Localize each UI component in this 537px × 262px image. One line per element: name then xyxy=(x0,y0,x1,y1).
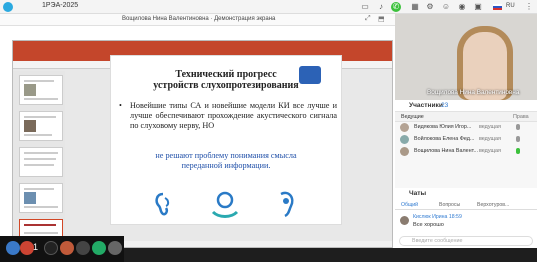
slide-emphasis: не решают проблему понимания смысла пере… xyxy=(111,151,341,171)
hearing-aid-icon xyxy=(280,191,294,218)
participant-row[interactable]: Видякова Юлия Игор... ведущая xyxy=(395,122,537,132)
rights-label: Права xyxy=(513,114,529,120)
taskbar-button[interactable] xyxy=(76,241,90,255)
thumbnail[interactable] xyxy=(19,111,63,141)
participants-label: Участники xyxy=(409,102,443,109)
participant-name: Видякова Юлия Игор... xyxy=(414,124,472,130)
chat-tab-general[interactable]: Общий xyxy=(401,202,418,208)
bell-icon[interactable]: ♪ xyxy=(376,2,386,12)
hosts-section: Ведущие Права xyxy=(395,112,537,122)
message-text: Все хорошо xyxy=(413,222,444,228)
avatar xyxy=(400,135,409,144)
language-label[interactable]: RU xyxy=(506,3,515,9)
chat-header: Чаты xyxy=(409,190,427,197)
page-counter: 1 xyxy=(33,242,39,252)
thumbnail[interactable] xyxy=(19,147,63,177)
chat-panel: Чаты Общий Вопросы Верхотуров... Кислюк … xyxy=(395,188,537,248)
russian-flag-icon[interactable] xyxy=(493,4,502,10)
hearing-badge-icon xyxy=(299,66,321,84)
avatar xyxy=(400,123,409,132)
taskbar-button[interactable] xyxy=(44,241,58,255)
taskbar-button[interactable] xyxy=(92,241,106,255)
screen-icon[interactable]: ▣ xyxy=(473,2,483,12)
slide-bullet: • Новейшие типы СА и новейшие модели КИ … xyxy=(119,101,337,130)
participant-role: ведущая xyxy=(479,136,501,142)
participant-row[interactable]: Вощилова Нина Валент... ведущая xyxy=(395,146,537,156)
share-title: Вощилова Нина Валентиновна · Демонстраци… xyxy=(122,16,276,22)
expand-icon[interactable]: ⬒ xyxy=(378,15,385,23)
users-icon[interactable]: ☺ xyxy=(441,2,451,12)
thumbnail[interactable] xyxy=(19,183,63,213)
hosts-label: Ведущие xyxy=(401,114,424,120)
window-icon[interactable]: ▭ xyxy=(360,2,370,12)
taskbar-button[interactable] xyxy=(108,241,122,255)
taskbar-button[interactable] xyxy=(6,241,20,255)
participant-name: Войлокова Елена Фед... xyxy=(414,136,475,142)
video-name: Вощилова Нина Валентиновна xyxy=(427,89,520,96)
mic-icon[interactable] xyxy=(516,124,520,130)
participants-header: Участники 23 xyxy=(395,100,537,112)
participant-role: ведущая xyxy=(479,124,501,130)
record-icon[interactable]: ◉ xyxy=(457,2,467,12)
current-slide: Технический прогресс устройств слухопрот… xyxy=(110,55,342,225)
hand-ear-icon xyxy=(211,191,239,218)
avatar xyxy=(400,147,409,156)
ear-icon xyxy=(155,192,170,216)
fullscreen-icon[interactable]: ⤢ xyxy=(365,15,371,23)
emphasis-line2: переданной информации. xyxy=(181,161,271,170)
participant-name: Вощилова Нина Валент... xyxy=(414,148,478,154)
app-title: 1РЭА-2025 xyxy=(42,2,79,9)
slide-thumbnails xyxy=(13,71,65,249)
emphasis-line1: не решают проблему понимания смысла xyxy=(155,151,297,160)
participant-role: ведущая xyxy=(479,148,501,154)
chat-tab-questions[interactable]: Вопросы xyxy=(439,202,460,208)
mic-icon[interactable] xyxy=(516,136,520,142)
app-logo xyxy=(3,2,13,12)
settings-icon[interactable]: ⚙ xyxy=(425,2,435,12)
taskbar-button[interactable] xyxy=(60,241,74,255)
chat-tabs: Общий Вопросы Верхотуров... xyxy=(395,200,537,210)
taskbar-button[interactable] xyxy=(20,241,34,255)
message-author: Кислюк Ирина 18:59 xyxy=(413,214,462,220)
participants-count: 23 xyxy=(441,102,449,109)
chat-input[interactable]: Введите сообщение xyxy=(399,236,533,246)
grid-icon[interactable]: ▦ xyxy=(410,2,420,12)
phone-icon[interactable]: ✆ xyxy=(391,2,401,12)
thumbnail[interactable] xyxy=(19,75,63,105)
avatar xyxy=(400,216,409,225)
mic-icon[interactable] xyxy=(516,148,520,154)
more-icon[interactable]: ⋮ xyxy=(524,2,534,12)
participant-row[interactable]: Войлокова Елена Фед... ведущая xyxy=(395,134,537,144)
right-panel: Вощилова Нина Валентиновна Участники 23 … xyxy=(395,14,537,248)
taskbar: 1 xyxy=(0,236,124,262)
video-tile[interactable]: Вощилова Нина Валентиновна xyxy=(395,14,537,100)
chat-tab-private[interactable]: Верхотуров... xyxy=(477,202,509,208)
share-header: Вощилова Нина Валентиновна · Демонстраци… xyxy=(0,14,395,26)
screen-share-area: Вощилова Нина Валентиновна · Демонстраци… xyxy=(0,14,395,262)
top-bar: 1РЭА-2025 ▭ ♪ ✆ ▦ ⚙ ☺ ◉ ▣ RU ⋮ xyxy=(0,0,537,14)
slide-bullet-text: Новейшие типы СА и новейшие модели КИ вс… xyxy=(130,101,337,130)
